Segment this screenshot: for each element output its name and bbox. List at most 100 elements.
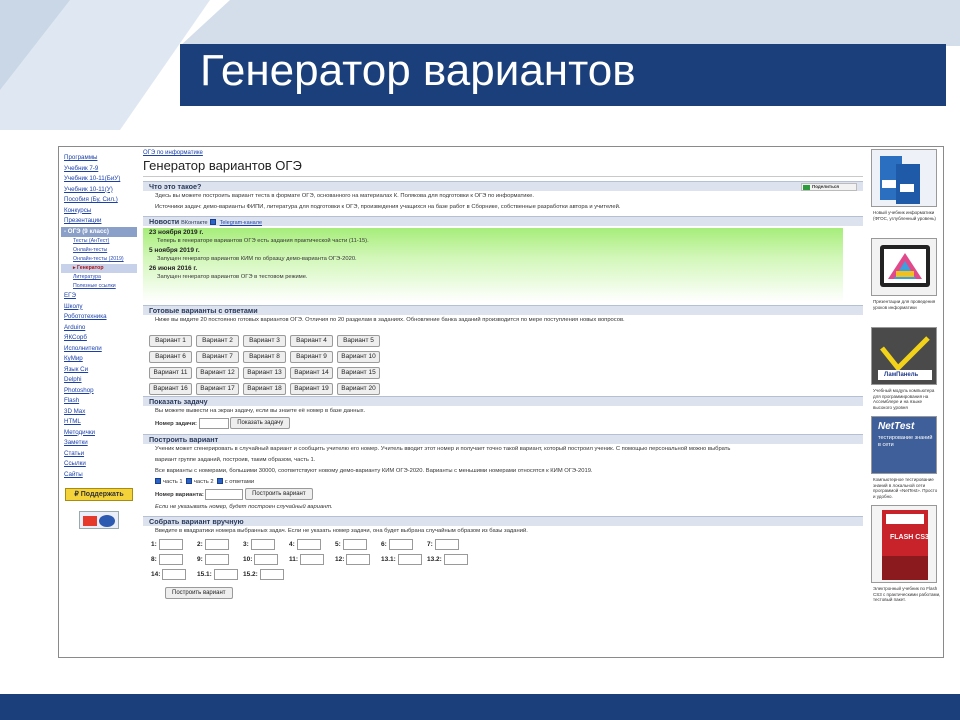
manual-hint: Введите в квадратики номера выбранных за… (155, 528, 528, 534)
show-task-button[interactable]: Показать задачу (230, 417, 291, 430)
task-slot-input[interactable] (204, 538, 229, 550)
answers-checkbox[interactable] (216, 478, 223, 485)
nav-item[interactable]: Сайты (61, 470, 137, 481)
nav-item[interactable]: Заметки (61, 438, 137, 449)
task-slot-input[interactable] (346, 553, 371, 565)
manual-build-button[interactable]: Построить вариант (165, 586, 233, 599)
variant-button[interactable]: Вариант 19 (290, 383, 333, 395)
nav-item[interactable]: Язык Си (61, 365, 137, 376)
ad-caption: Учебный модуль компьютера для программир… (873, 388, 935, 410)
checkbox-label: с ответами (224, 479, 255, 485)
ad-nettest[interactable]: NetTest тестирование знаний в сети (871, 416, 937, 474)
ad-caption: Презентации для проведения уроков информ… (873, 299, 936, 310)
website-screenshot: Программы Учебник 7-9 Учебник 10-11(БиУ)… (58, 146, 944, 658)
nav-sub-item[interactable]: Тесты (АнТест) (61, 237, 137, 246)
share-label: Поделиться (812, 184, 840, 189)
section-title: Собрать вариант вручную (149, 517, 244, 526)
breadcrumb[interactable]: ОГЭ по информатике (143, 149, 863, 157)
manual-cell: 9: (197, 552, 243, 567)
nav-item[interactable]: Photoshop (61, 386, 137, 397)
nav-item[interactable]: 3D Max (61, 407, 137, 418)
nav-item[interactable]: HTML (61, 417, 137, 428)
task-number-input[interactable] (198, 417, 229, 429)
nav-item[interactable]: Исполнители (61, 344, 137, 355)
section-title: Что это такое? (149, 182, 202, 191)
nav-item[interactable]: ЯКСорб (61, 333, 137, 344)
nav-item[interactable]: Робототехника (61, 312, 137, 323)
task-slot-input[interactable] (296, 538, 321, 550)
news-date: 26 июня 2016 г. (149, 265, 198, 272)
nav-item[interactable]: Статьи (61, 449, 137, 460)
manual-cell: 15.1: (197, 567, 243, 582)
ad-presentations[interactable] (871, 238, 937, 296)
ad-lampanel[interactable]: ЛамПанель (871, 327, 937, 385)
logo-mark-icon (83, 516, 97, 526)
task-slot-input[interactable] (250, 538, 275, 550)
nettest-brand: NetTest (878, 421, 915, 432)
nav-item[interactable]: Методички (61, 428, 137, 439)
task-slot-label: 10: (243, 556, 253, 563)
section-title: Новости (149, 217, 180, 226)
variant-number-input[interactable] (205, 488, 244, 500)
manual-cell: 2: (197, 537, 243, 552)
ad-textbook[interactable] (871, 149, 937, 207)
nav-sub-item-selected[interactable]: ▸ Генератор (61, 264, 137, 273)
task-slot-label: 5: (335, 541, 341, 548)
task-slot-input[interactable] (299, 553, 324, 565)
support-button[interactable]: ₽ Поддержать (65, 488, 133, 501)
nav-item[interactable]: Презентации (61, 216, 137, 227)
nav-item[interactable]: Flash (61, 396, 137, 407)
part2-checkbox[interactable] (185, 478, 192, 485)
nav-sub-item[interactable]: Полезные ссылки (61, 282, 137, 291)
task-slot-input[interactable] (342, 538, 367, 550)
checkbox-label: часть 1 (163, 479, 183, 485)
news-text: Теперь в генераторе вариантов ОГЭ есть з… (157, 238, 369, 244)
nav-item[interactable]: Учебник 10-11(БиУ) (61, 174, 137, 185)
nav-item[interactable]: ЕГЭ (61, 291, 137, 302)
build-text: Ученик может сгенерировать в случайный в… (155, 446, 731, 452)
nav-item[interactable]: КуМир (61, 354, 137, 365)
task-slot-input[interactable] (158, 553, 183, 565)
nav-item[interactable]: Учебник 10-11(У) (61, 185, 137, 196)
variant-button[interactable]: Вариант 18 (243, 383, 286, 395)
nav-item[interactable]: Ссылки (61, 459, 137, 470)
task-slot-input[interactable] (434, 538, 459, 550)
about-text: Здесь вы можете построить вариант теста … (155, 193, 534, 199)
task-slot-input[interactable] (259, 568, 284, 580)
nav-sub-item[interactable]: Онлайн-тесты (61, 246, 137, 255)
news-subscribe-link[interactable]: ВКонтакте (181, 220, 207, 226)
manual-build-row: Построить вариант (143, 584, 863, 602)
flash-brand: FLASH CS3 (890, 534, 929, 541)
task-slot-input[interactable] (204, 553, 229, 565)
task-slot-input[interactable] (158, 538, 183, 550)
nav-item[interactable]: Учебник 7-9 (61, 164, 137, 175)
variant-button[interactable]: Вариант 17 (196, 383, 239, 395)
nav-sub-item[interactable]: Онлайн-тесты (2019) (61, 255, 137, 264)
counter-logo[interactable] (79, 511, 119, 529)
nav-item[interactable]: Школу (61, 302, 137, 313)
task-slot-input[interactable] (162, 568, 187, 580)
variant-button[interactable]: Вариант 16 (149, 383, 192, 395)
nav-sub-item[interactable]: Литература (61, 273, 137, 282)
page-title: Генератор вариантов ОГЭ (143, 157, 863, 177)
share-button[interactable]: Поделиться (801, 183, 857, 191)
telegram-link[interactable]: Telegram-канале (220, 220, 262, 226)
task-slot-label: 1: (151, 541, 157, 548)
task-slot-input[interactable] (213, 568, 238, 580)
task-slot-label: 3: (243, 541, 249, 548)
nav-item[interactable]: Пособия (Бу, Сил.) (61, 195, 137, 206)
variant-button[interactable]: Вариант 20 (337, 383, 380, 395)
nav-group-label: ОГЭ (9 класс) (67, 227, 109, 235)
nav-item[interactable]: Программы (61, 153, 137, 164)
task-slot-input[interactable] (254, 553, 279, 565)
task-slot-input[interactable] (397, 553, 422, 565)
nav-item[interactable]: Delphi (61, 375, 137, 386)
task-slot-input[interactable] (443, 553, 468, 565)
nav-item[interactable]: Arduino (61, 323, 137, 334)
ad-flash[interactable]: FLASH CS3 (871, 505, 937, 583)
part1-checkbox[interactable] (155, 478, 161, 485)
nav-group-oge[interactable]: - ОГЭ (9 класс) (61, 226, 137, 237)
nav-item[interactable]: Конкурсы (61, 206, 137, 217)
build-variant-button[interactable]: Построить вариант (245, 488, 313, 501)
task-slot-input[interactable] (388, 538, 413, 550)
